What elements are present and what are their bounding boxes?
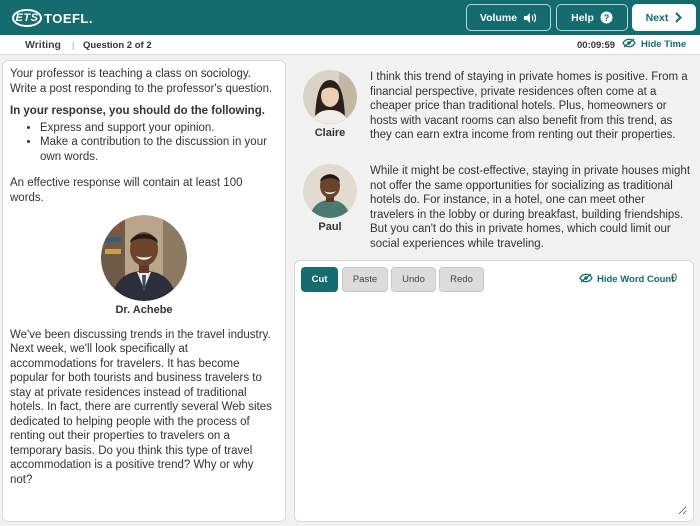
sub-header: Writing | Question 2 of 2 00:09:59 Hide … xyxy=(0,35,700,55)
eye-slash-icon xyxy=(622,38,636,51)
undo-button[interactable]: Undo xyxy=(391,267,436,292)
question-number: Question 2 of 2 xyxy=(83,40,152,51)
hide-time-label: Hide Time xyxy=(641,39,687,50)
next-label: Next xyxy=(645,11,669,24)
hide-time-button[interactable]: Hide Time xyxy=(622,38,686,51)
help-button[interactable]: Help ? xyxy=(556,4,628,31)
svg-text:?: ? xyxy=(604,13,610,23)
question-circle-icon: ? xyxy=(600,11,613,24)
professor-name: Dr. Achebe xyxy=(115,304,173,316)
chevron-right-icon xyxy=(674,12,683,23)
section-title: Writing xyxy=(25,39,61,51)
response-editor: Cut Paste Undo Redo Hide Word Count 0 xyxy=(294,260,694,522)
paul-avatar xyxy=(303,164,357,218)
post-author: Paul xyxy=(302,164,358,233)
instruction-item: Express and support your opinion. xyxy=(40,121,278,136)
prompt-intro: Your professor is teaching a class on so… xyxy=(10,68,273,95)
cut-button[interactable]: Cut xyxy=(301,267,338,292)
help-label: Help xyxy=(571,11,594,24)
volume-button[interactable]: Volume xyxy=(466,4,551,31)
post-text: While it might be cost-effective, stayin… xyxy=(370,165,691,250)
top-bar: ETS TOEFL. Volume Help ? Next xyxy=(0,0,700,35)
countdown-timer: 00:09:59 xyxy=(577,40,616,51)
paste-button[interactable]: Paste xyxy=(342,267,388,292)
discussion-panel: Claire I think this trend of staying in … xyxy=(294,60,696,522)
logo-ets-mark: ETS xyxy=(12,9,42,27)
hide-word-count-button[interactable]: Hide Word Count xyxy=(579,273,674,286)
eye-slash-icon xyxy=(579,273,593,286)
effective-response-note: An effective response will contain at le… xyxy=(10,177,243,204)
instructions-heading: In your response, you should do the foll… xyxy=(10,105,265,117)
response-textarea[interactable] xyxy=(301,297,687,515)
speaker-icon xyxy=(523,12,537,24)
professor-avatar xyxy=(101,215,187,301)
professor-question: We've been discussing trends in the trav… xyxy=(10,328,272,486)
instructions-list: Express and support your opinion. Make a… xyxy=(40,121,278,165)
redo-button[interactable]: Redo xyxy=(439,267,484,292)
post-author: Claire xyxy=(302,70,358,139)
volume-label: Volume xyxy=(479,11,518,24)
next-button[interactable]: Next xyxy=(632,4,696,31)
post-author-name: Paul xyxy=(318,221,342,233)
instruction-item: Make a contribution to the discussion in… xyxy=(40,135,278,164)
claire-avatar xyxy=(303,70,357,124)
logo-toefl-text: TOEFL. xyxy=(44,10,93,26)
hide-word-count-label: Hide Word Count xyxy=(597,274,675,285)
post-author-name: Claire xyxy=(314,127,346,139)
word-count: 0 xyxy=(671,272,678,284)
prompt-panel[interactable]: Your professor is teaching a class on so… xyxy=(2,60,286,522)
header-separator: | xyxy=(72,40,75,50)
ets-toefl-logo: ETS TOEFL. xyxy=(12,8,93,28)
professor-card: Dr. Achebe xyxy=(10,215,278,318)
post-text: I think this trend of staying in private… xyxy=(370,71,688,141)
